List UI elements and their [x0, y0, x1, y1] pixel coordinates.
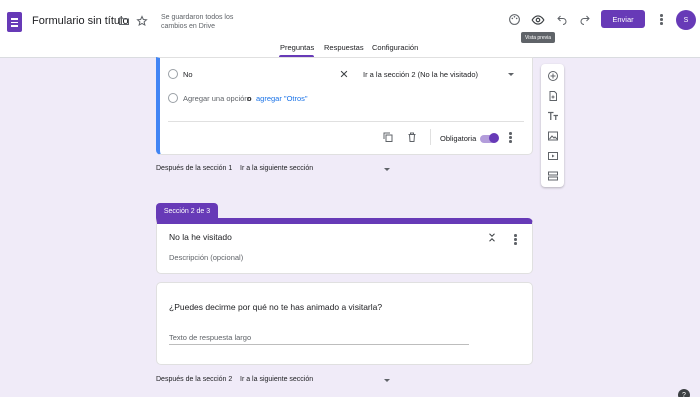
copy-icon[interactable] — [381, 130, 394, 143]
star-icon[interactable] — [136, 15, 148, 27]
save-status: Se guardaron todos los cambios en Drive — [161, 14, 234, 30]
question-more-icon[interactable] — [509, 132, 512, 143]
chevron-down-icon[interactable] — [384, 379, 390, 382]
floating-toolbar — [541, 64, 564, 187]
folder-icon[interactable] — [118, 15, 130, 27]
collapse-icon[interactable] — [486, 232, 497, 243]
tab-preguntas[interactable]: Preguntas — [280, 43, 314, 52]
option-goto-select[interactable]: Ir a la sección 2 (No la he visitado) — [363, 70, 478, 79]
vertical-divider — [430, 129, 431, 145]
section-2-description[interactable]: Descripción (opcional) — [169, 253, 243, 262]
redo-icon[interactable] — [578, 12, 591, 25]
close-icon[interactable] — [338, 68, 349, 79]
chevron-down-icon[interactable] — [384, 168, 390, 171]
send-button[interactable]: Enviar — [601, 10, 645, 28]
chevron-down-icon[interactable] — [508, 73, 514, 76]
radio-option-no[interactable] — [168, 69, 178, 79]
image-icon[interactable] — [546, 129, 559, 142]
add-section-icon[interactable] — [546, 169, 559, 182]
form-title[interactable]: Formulario sin título — [32, 15, 129, 27]
video-icon[interactable] — [546, 149, 559, 162]
header-bar: Formulario sin título Se guardaron todos… — [0, 0, 700, 58]
add-question-icon[interactable] — [546, 69, 559, 82]
avatar[interactable]: S — [676, 10, 696, 30]
forms-app-icon[interactable] — [7, 12, 22, 32]
option-no-label[interactable]: No — [183, 70, 193, 79]
tab-respuestas[interactable]: Respuestas — [324, 43, 364, 52]
import-questions-icon[interactable] — [546, 89, 559, 102]
long-answer-placeholder: Texto de respuesta largo — [169, 333, 252, 342]
add-option-link[interactable]: Agregar una opción — [183, 94, 248, 103]
answer-underline — [169, 344, 469, 345]
title-text-icon[interactable] — [546, 109, 559, 122]
section-2-title[interactable]: No la he visitado — [169, 232, 232, 242]
radio-add-option — [168, 93, 178, 103]
help-icon[interactable]: ? — [678, 389, 690, 397]
section-2-header-card[interactable] — [156, 218, 533, 274]
section-more-icon[interactable] — [514, 234, 517, 245]
undo-icon[interactable] — [555, 12, 568, 25]
more-options-icon[interactable] — [660, 14, 663, 25]
preview-eye-icon[interactable] — [530, 12, 545, 27]
question-2-title[interactable]: ¿Puedes decirme por qué no te has animad… — [169, 302, 382, 312]
after-section-1-label: Después de la sección 1 — [156, 165, 233, 172]
divider — [168, 121, 524, 122]
tab-configuracion[interactable]: Configuración — [372, 43, 418, 52]
required-label: Obligatoria — [440, 134, 477, 143]
add-other-link[interactable]: agregar "Otros" — [256, 94, 308, 103]
after-section-1-select[interactable]: Ir a la siguiente sección — [240, 165, 313, 172]
palette-icon[interactable] — [507, 12, 521, 26]
preview-tooltip: Vista previa — [521, 32, 555, 43]
question-2-card[interactable] — [156, 282, 533, 365]
required-toggle-knob[interactable] — [489, 133, 499, 143]
or-text: o — [247, 94, 252, 103]
after-section-2-label: Después de la sección 2 — [156, 376, 233, 383]
delete-icon[interactable] — [405, 130, 418, 143]
after-section-2-select[interactable]: Ir a la siguiente sección — [240, 376, 313, 383]
